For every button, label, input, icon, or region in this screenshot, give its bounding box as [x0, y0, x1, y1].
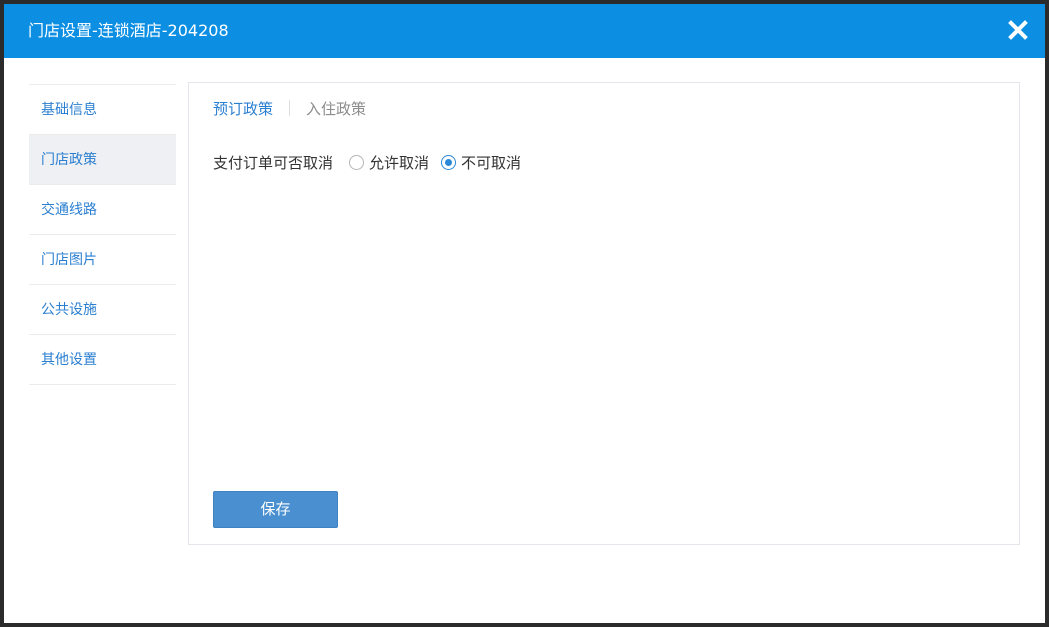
tab-checkin-policy[interactable]: 入住政策: [306, 98, 366, 119]
cancel-policy-label: 支付订单可否取消: [213, 153, 334, 172]
allow-cancel-label: 允许取消: [369, 153, 430, 172]
sidebar-item-store-photos[interactable]: 门店图片: [29, 235, 176, 285]
sidebar-item-transport[interactable]: 交通线路: [29, 185, 176, 235]
tab-divider: [289, 100, 291, 116]
sidebar-item-basic-info[interactable]: 基础信息: [29, 85, 176, 135]
title-bar: 门店设置-连锁酒店-204208: [4, 4, 1045, 58]
no-cancel-radio[interactable]: [441, 154, 457, 170]
dialog-title: 门店设置-连锁酒店-204208: [28, 21, 229, 40]
settings-sidebar: 基础信息 门店政策 交通线路 门店图片 公共设施 其他设置: [29, 84, 176, 385]
close-icon[interactable]: [1005, 17, 1031, 43]
allow-cancel-radio[interactable]: [349, 154, 365, 170]
no-cancel-label: 不可取消: [461, 153, 522, 172]
sidebar-item-other-settings[interactable]: 其他设置: [29, 335, 176, 385]
allow-cancel-option[interactable]: 允许取消: [349, 152, 429, 173]
tab-booking-policy[interactable]: 预订政策: [213, 98, 273, 119]
sidebar-item-facilities[interactable]: 公共设施: [29, 285, 176, 335]
policy-tabs: 预订政策 入住政策: [213, 97, 366, 119]
store-settings-dialog: 门店设置-连锁酒店-204208 基础信息 门店政策 交通线路 门店图片 公共设…: [0, 0, 1049, 627]
sidebar-item-store-policy[interactable]: 门店政策: [29, 135, 176, 185]
save-button[interactable]: 保存: [213, 491, 338, 528]
no-cancel-option[interactable]: 不可取消: [441, 152, 521, 173]
policy-panel: 预订政策 入住政策 支付订单可否取消 允许取消 不可取消 保存: [188, 82, 1020, 545]
cancel-policy-row: 支付订单可否取消 允许取消 不可取消: [213, 151, 533, 173]
